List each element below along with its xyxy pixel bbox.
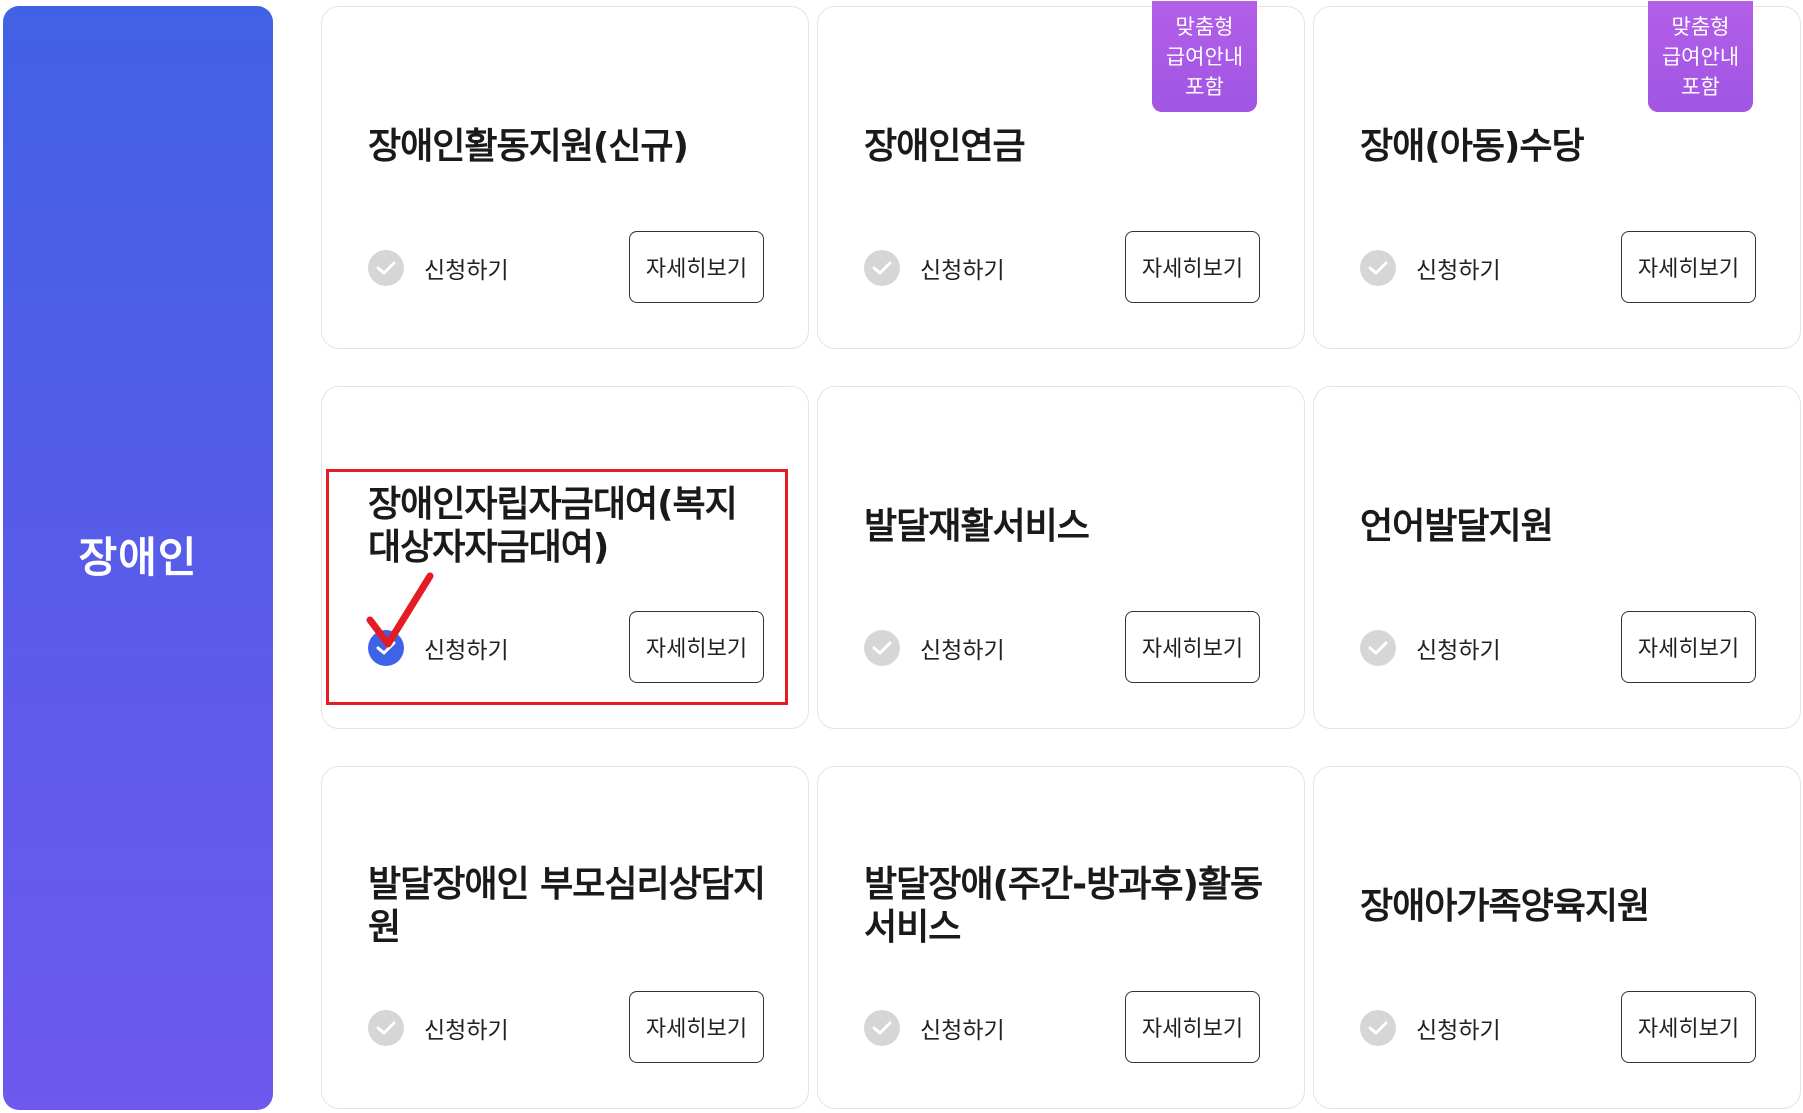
- check-circle-icon[interactable]: [864, 630, 900, 666]
- card-title: 장애인연금: [864, 126, 1026, 167]
- detail-button[interactable]: 자세히보기: [629, 611, 764, 683]
- service-card: 발달장애인 부모심리상담지원 신청하기 자세히보기: [321, 766, 809, 1109]
- service-card: 언어발달지원 신청하기 자세히보기: [1313, 386, 1801, 729]
- apply-label: 신청하기: [920, 1018, 1005, 1044]
- check-circle-icon[interactable]: [1360, 630, 1396, 666]
- card-title: 발달장애인 부모심리상담지원: [368, 864, 766, 948]
- check-circle-icon[interactable]: [368, 1010, 404, 1046]
- apply-label: 신청하기: [424, 638, 509, 664]
- category-sidebar: 장애인: [3, 6, 273, 1110]
- apply-label: 신청하기: [1416, 1018, 1501, 1044]
- apply-label: 신청하기: [1416, 258, 1501, 284]
- custom-benefit-badge: 맞춤형 급여안내 포함: [1648, 1, 1753, 112]
- detail-button[interactable]: 자세히보기: [629, 991, 764, 1063]
- badge-line: 맞춤형: [1175, 14, 1234, 39]
- check-circle-icon[interactable]: [368, 630, 404, 666]
- service-card: 장애인활동지원(신규) 신청하기 자세히보기: [321, 6, 809, 349]
- check-circle-icon[interactable]: [864, 250, 900, 286]
- card-title: 언어발달지원: [1360, 506, 1554, 547]
- apply-toggle[interactable]: 신청하기: [1360, 250, 1501, 286]
- service-card: 맞춤형 급여안내 포함 장애(아동)수당 신청하기 자세히보기: [1313, 1, 1801, 349]
- detail-button[interactable]: 자세히보기: [1621, 991, 1756, 1063]
- apply-toggle[interactable]: 신청하기: [1360, 1010, 1501, 1046]
- card-title: 발달재활서비스: [864, 506, 1090, 547]
- badge-line: 맞춤형: [1671, 14, 1730, 39]
- badge-line: 포함: [1681, 74, 1720, 99]
- badge-line: 급여안내: [1661, 44, 1740, 69]
- service-card-grid: 장애인활동지원(신규) 신청하기 자세히보기 맞춤형 급여안내 포함 장애인연금…: [321, 1, 1801, 1109]
- check-circle-icon[interactable]: [368, 250, 404, 286]
- detail-button[interactable]: 자세히보기: [1621, 231, 1756, 303]
- apply-toggle[interactable]: 신청하기: [864, 250, 1005, 286]
- service-card: 맞춤형 급여안내 포함 장애인연금 신청하기 자세히보기: [817, 1, 1305, 349]
- apply-label: 신청하기: [1416, 638, 1501, 664]
- detail-button[interactable]: 자세히보기: [1125, 991, 1260, 1063]
- check-circle-icon[interactable]: [864, 1010, 900, 1046]
- card-title: 장애아가족양육지원: [1360, 886, 1650, 927]
- badge-line: 급여안내: [1165, 44, 1244, 69]
- category-title: 장애인: [78, 532, 198, 582]
- detail-button[interactable]: 자세히보기: [1125, 611, 1260, 683]
- service-card: 장애인자립자금대여(복지대상자자금대여) 신청하기 자세히보기: [321, 386, 809, 729]
- detail-button[interactable]: 자세히보기: [1125, 231, 1260, 303]
- apply-label: 신청하기: [920, 258, 1005, 284]
- badge-line: 포함: [1185, 74, 1224, 99]
- service-card: 장애아가족양육지원 신청하기 자세히보기: [1313, 766, 1801, 1109]
- check-circle-icon[interactable]: [1360, 250, 1396, 286]
- apply-toggle[interactable]: 신청하기: [1360, 630, 1501, 666]
- apply-label: 신청하기: [424, 258, 509, 284]
- apply-toggle[interactable]: 신청하기: [864, 1010, 1005, 1046]
- apply-toggle[interactable]: 신청하기: [864, 630, 1005, 666]
- service-card: 발달장애(주간-방과후)활동서비스 신청하기 자세히보기: [817, 766, 1305, 1109]
- card-title: 장애인활동지원(신규): [368, 126, 689, 167]
- apply-toggle[interactable]: 신청하기: [368, 1010, 509, 1046]
- custom-benefit-badge: 맞춤형 급여안내 포함: [1152, 1, 1257, 112]
- apply-label: 신청하기: [424, 1018, 509, 1044]
- apply-toggle[interactable]: 신청하기: [368, 630, 509, 666]
- apply-label: 신청하기: [920, 638, 1005, 664]
- detail-button[interactable]: 자세히보기: [629, 231, 764, 303]
- apply-toggle[interactable]: 신청하기: [368, 250, 509, 286]
- card-title: 장애(아동)수당: [1360, 126, 1585, 167]
- card-title: 장애인자립자금대여(복지대상자자금대여): [368, 484, 738, 568]
- check-circle-icon[interactable]: [1360, 1010, 1396, 1046]
- card-title: 발달장애(주간-방과후)활동서비스: [864, 864, 1263, 948]
- service-card: 발달재활서비스 신청하기 자세히보기: [817, 386, 1305, 729]
- detail-button[interactable]: 자세히보기: [1621, 611, 1756, 683]
